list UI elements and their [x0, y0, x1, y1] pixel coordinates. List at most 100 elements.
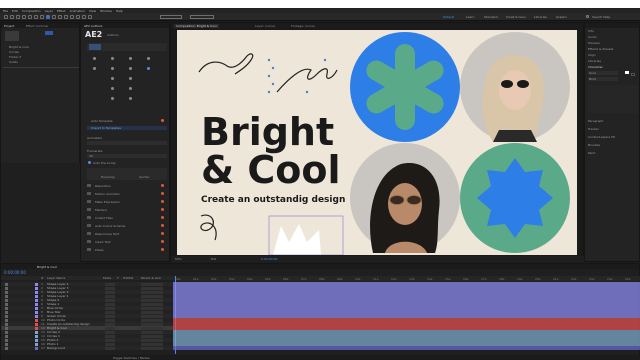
anchor-icon[interactable] [111, 67, 114, 70]
menu-animation[interactable]: Animation [70, 9, 85, 13]
tab-composition[interactable]: Composition: Bright & Cool [174, 24, 219, 28]
feature-item[interactable]: Pixels [87, 248, 167, 252]
camera-tool-icon[interactable] [34, 15, 38, 19]
mode-anchor[interactable]: Anchor [139, 175, 150, 179]
grid-icon[interactable] [129, 97, 132, 100]
tab-effect-controls[interactable]: Effect Controls [26, 24, 48, 28]
layer-duration-bar[interactable] [173, 330, 640, 334]
layer-duration-bar[interactable] [173, 294, 640, 298]
rotate-tool-icon[interactable] [28, 15, 32, 19]
align-icon[interactable] [93, 57, 96, 60]
roto-brush-icon[interactable] [82, 15, 86, 19]
layer-duration-bar[interactable] [173, 290, 640, 294]
search-icon[interactable] [586, 15, 589, 18]
eraser-tool-icon[interactable] [76, 15, 80, 19]
feature-item[interactable]: Motion Animator [87, 192, 167, 196]
composition-canvas[interactable]: Bright & Cool Create an outstandig desig… [177, 30, 577, 255]
grid-icon[interactable] [111, 97, 114, 100]
puppet-tool-icon[interactable] [88, 15, 92, 19]
blend-mode-dropdown[interactable] [105, 346, 115, 350]
hand-tool-icon[interactable] [16, 15, 20, 19]
fill-color-swatch[interactable] [625, 71, 629, 74]
tab-project[interactable]: Project [4, 24, 14, 28]
layer-duration-bar[interactable] [173, 342, 640, 346]
ae2-import-templates[interactable]: Import In Templates [87, 126, 167, 130]
font-style-dropdown[interactable]: Bold [588, 77, 618, 81]
feature-item[interactable]: Markers [87, 208, 167, 212]
menu-window[interactable]: Window [100, 9, 112, 13]
workspace-standard[interactable]: Standard [484, 15, 498, 19]
snapping-toggle[interactable] [190, 15, 214, 19]
time-ruler[interactable]: 00s 01s 02s 03s 04s 05s 06s 07s 08s 09s … [173, 276, 640, 281]
layer-duration-bar[interactable] [173, 322, 640, 326]
layer-name[interactable]: Background [47, 346, 65, 350]
quality-dropdown[interactable]: Full [211, 257, 216, 261]
anchor-icon[interactable] [147, 67, 150, 70]
search-help-field[interactable]: Search Help [592, 15, 610, 19]
layer-duration-bar[interactable] [173, 282, 640, 286]
zoom-tool-icon[interactable] [22, 15, 26, 19]
feature-item[interactable]: Responsive Text [87, 232, 167, 236]
layer-duration-bar[interactable] [173, 306, 640, 310]
menu-layer[interactable]: Layer [45, 9, 53, 13]
align-icon[interactable] [129, 57, 132, 60]
mode-hovering[interactable]: Hovering [101, 175, 115, 179]
layer-duration-bar[interactable] [173, 334, 640, 338]
pen-tool-icon[interactable] [52, 15, 56, 19]
menu-composition[interactable]: Composition [22, 9, 41, 13]
mode-toggle[interactable]: Hovering Anchor [87, 168, 167, 180]
menu-effect[interactable]: Effect [57, 9, 66, 13]
layer-duration-bar[interactable] [173, 302, 640, 306]
menu-view[interactable]: View [89, 9, 96, 13]
animation-field[interactable] [87, 141, 167, 145]
framerate-field[interactable]: 30 [87, 154, 167, 158]
brush-tool-icon[interactable] [64, 15, 68, 19]
grid-icon[interactable] [129, 87, 132, 90]
workspace-graphs[interactable]: Graphs [556, 15, 567, 19]
grid-icon[interactable] [111, 87, 114, 90]
layer-duration-bar[interactable] [173, 346, 640, 350]
tab-footage[interactable]: Footage: (none) [291, 24, 315, 28]
selection-tool-icon[interactable] [10, 15, 14, 19]
checkbox-icon[interactable] [88, 161, 91, 164]
menu-file[interactable]: File [3, 9, 8, 13]
toggle-switches-modes[interactable]: Toggle Switches / Modes [113, 356, 150, 360]
ae2-tab-active[interactable] [89, 44, 101, 50]
workspace-default[interactable]: Default [443, 15, 454, 19]
tab-layer[interactable]: Layer: (none) [255, 24, 275, 28]
ae2-auto-template[interactable]: Auto Template [87, 119, 167, 123]
stroke-color-swatch[interactable] [631, 73, 635, 76]
font-family-dropdown[interactable]: Sora [588, 71, 618, 75]
viewer-timecode[interactable]: 0:00:00:00 [261, 257, 277, 261]
feature-item[interactable]: Insert Text [87, 240, 167, 244]
anchor-icon[interactable] [93, 67, 96, 70]
type-tool-icon[interactable] [58, 15, 62, 19]
layer-label-color[interactable] [35, 346, 38, 350]
workspace-libraries[interactable]: Libraries [534, 15, 547, 19]
workspace-learn[interactable]: Learn [466, 15, 474, 19]
zoom-dropdown[interactable]: 50% [175, 257, 182, 261]
feature-item[interactable]: Auto Colors Scheme [87, 224, 167, 228]
tab-ae2-authors[interactable]: AE2 Authors [84, 24, 102, 28]
ae2-authors-link[interactable]: Authors [107, 33, 119, 37]
home-icon[interactable] [4, 15, 8, 19]
feature-item[interactable]: Collect Files [87, 216, 167, 220]
subtitle-text[interactable]: Create an outstandig design [201, 195, 345, 205]
timeline-timecode[interactable]: 0:00:00:00 [4, 270, 26, 275]
feature-item[interactable]: Make Expression [87, 200, 167, 204]
grid-icon[interactable] [129, 77, 132, 80]
layer-duration-bar[interactable] [173, 286, 640, 290]
layer-duration-bar[interactable] [173, 338, 640, 342]
layer-duration-bar[interactable] [173, 298, 640, 302]
fill-stroke-controls[interactable] [160, 15, 182, 19]
anchor-icon[interactable] [129, 67, 132, 70]
character-settings[interactable] [588, 85, 638, 113]
layer-duration-bar[interactable] [173, 326, 640, 330]
col-layer-name[interactable]: Layer Name [47, 276, 65, 280]
visibility-eye-icon[interactable] [5, 346, 8, 350]
layer-duration-bar[interactable] [173, 314, 640, 318]
auto-pre-comp-toggle[interactable]: Auto Pre-Comp [87, 161, 167, 165]
headline-line2[interactable]: & Cool [201, 148, 341, 192]
grid-icon[interactable] [111, 77, 114, 80]
tab-comp-timeline[interactable]: Bright & Cool [37, 265, 57, 269]
